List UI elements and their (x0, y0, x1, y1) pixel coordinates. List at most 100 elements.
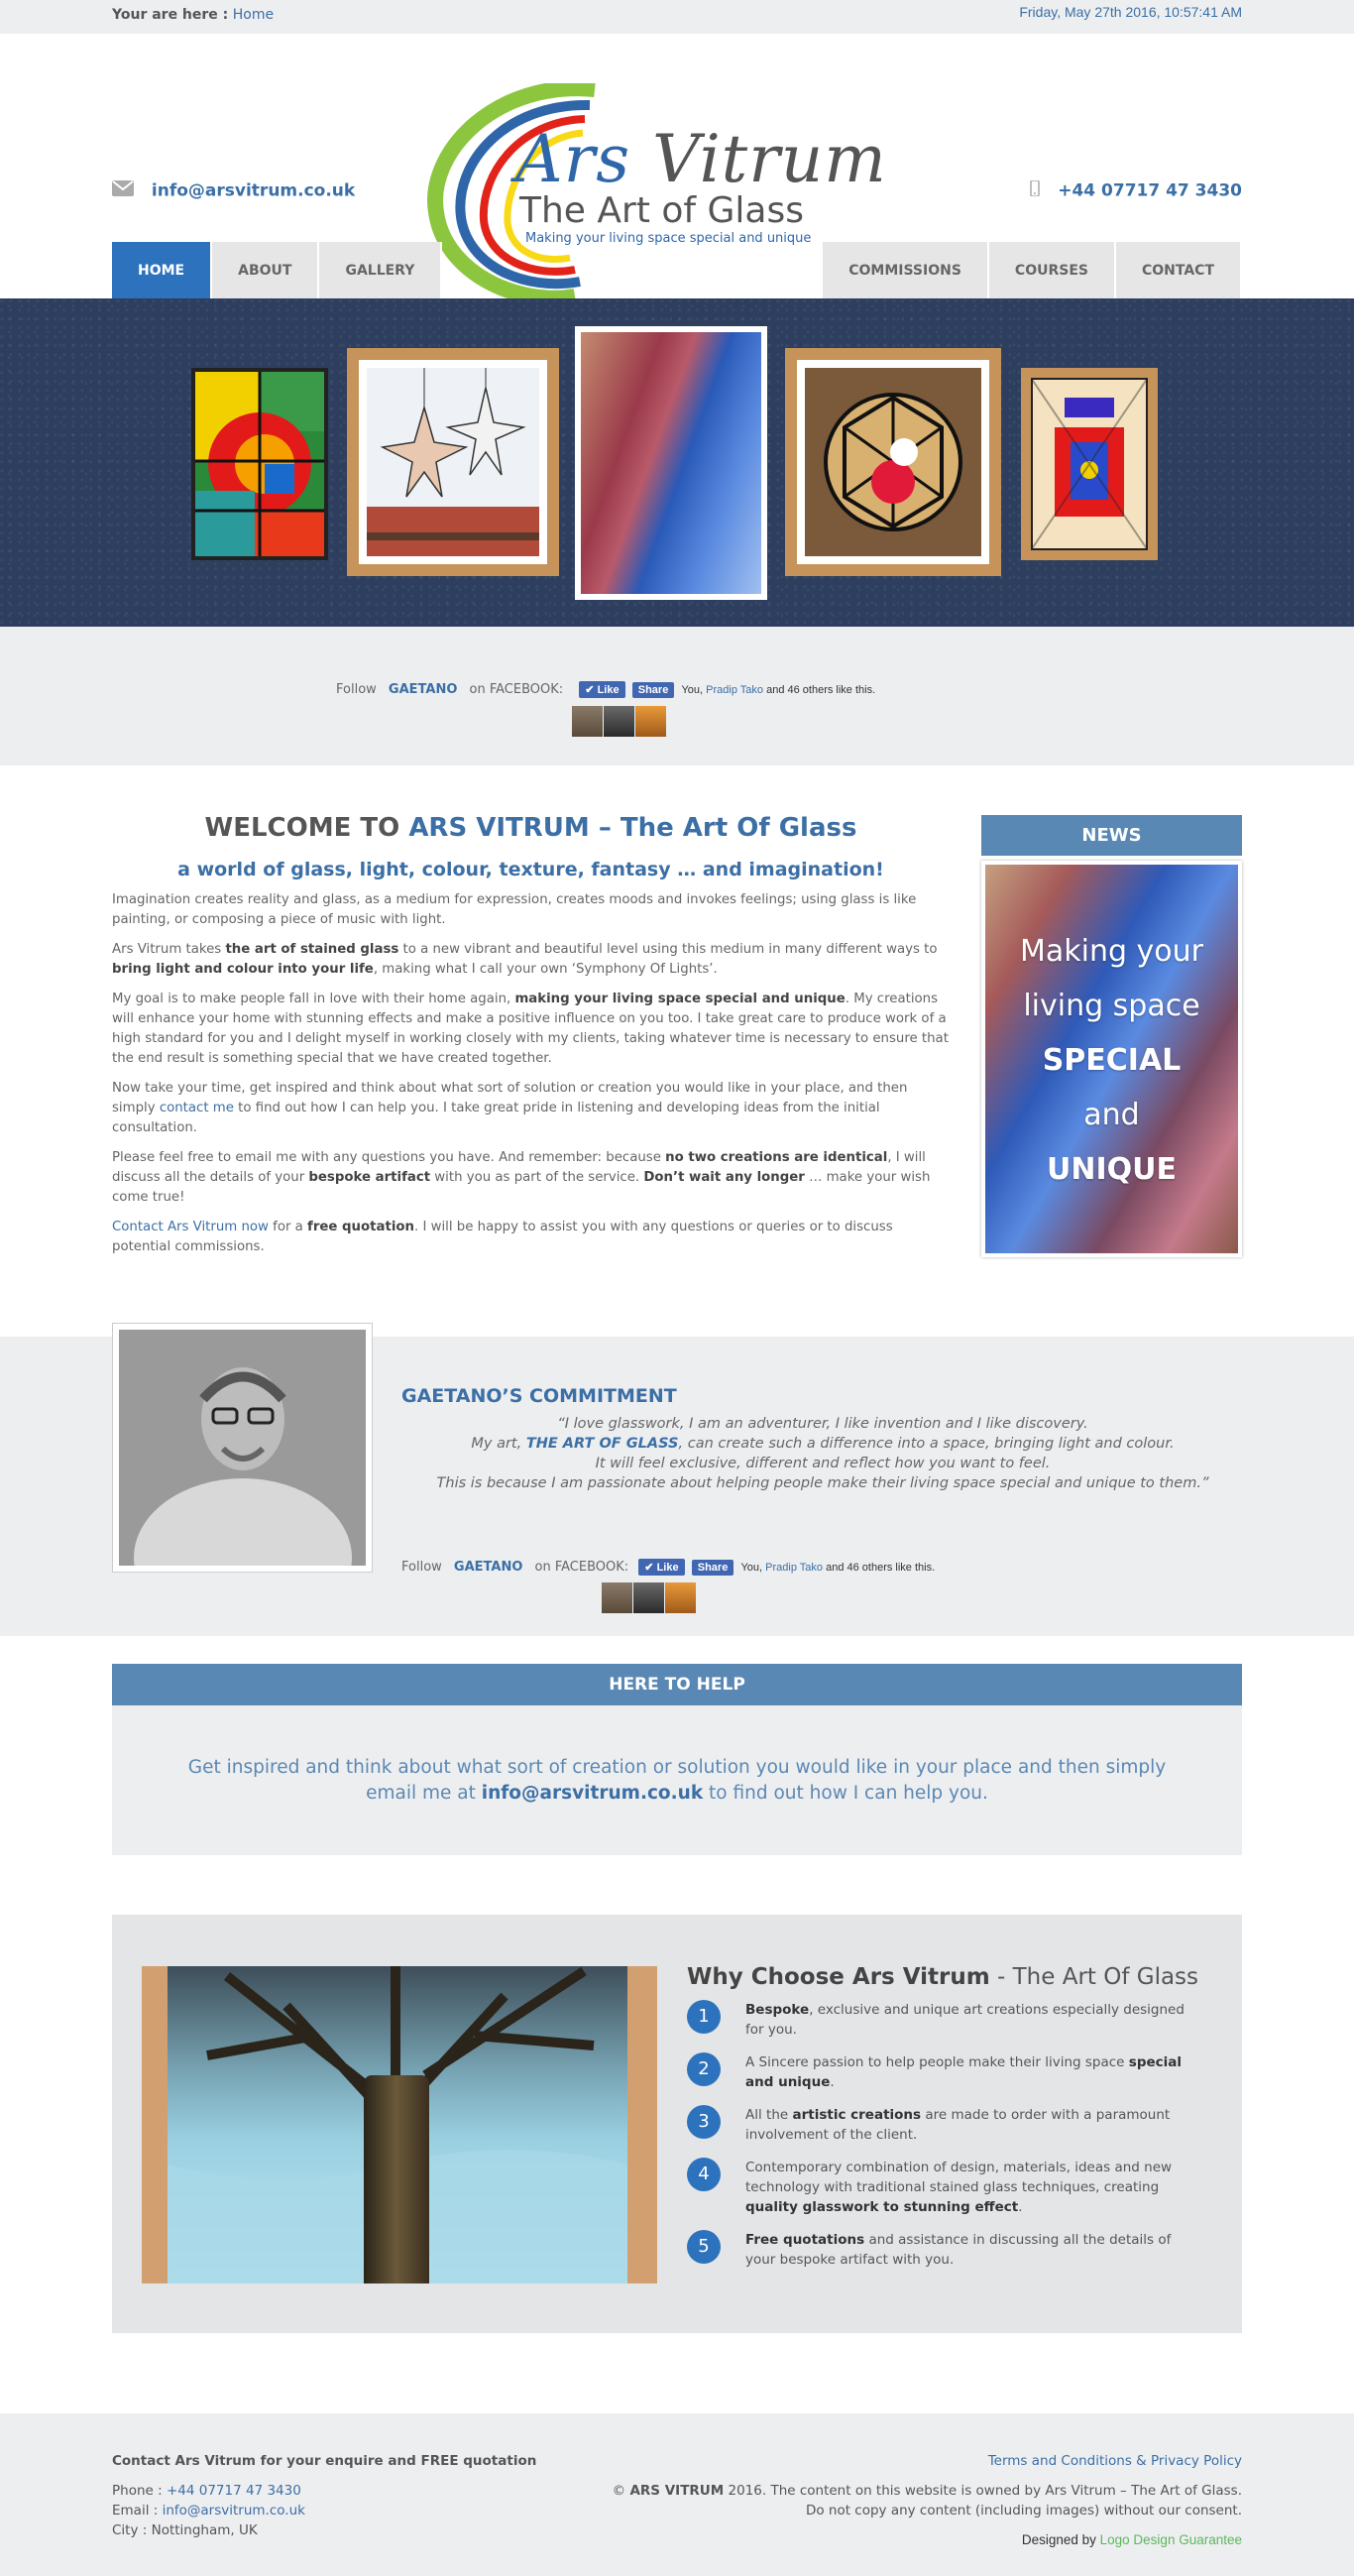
footer-city: City : Nottingham, UK (112, 2522, 258, 2538)
why-choose-section: Why Choose Ars Vitrum - The Art Of Glass… (112, 1915, 1242, 2333)
stars-glass-image (367, 368, 539, 556)
logo-title-ars: Ars (515, 121, 653, 197)
contact-now-link[interactable]: Contact Ars Vitrum now (112, 1220, 269, 1234)
contact-me-link[interactable]: contact me (160, 1101, 234, 1115)
main-nav-right: COMMISSIONS COURSES CONTACT (823, 242, 1242, 298)
copyright-notice: Do not copy any content (including image… (805, 2503, 1242, 2518)
gallery-thumb-spiral[interactable] (191, 368, 328, 560)
facebook-like-button[interactable]: ✔ Like (638, 1559, 685, 1576)
welcome-paragraph: Now take your time, get inspired and thi… (112, 1081, 908, 1135)
welcome-subtitle: a world of glass, light, colour, texture… (177, 859, 884, 880)
here-to-help-panel: HERE TO HELP Get inspired and think abou… (112, 1664, 1242, 1855)
tree-glass-image (142, 1966, 657, 2283)
header-phone-text[interactable]: +44 07717 47 3430 (1058, 181, 1242, 201)
facebook-like-label: Like (597, 684, 620, 696)
breadcrumb-label: Your are here : (112, 7, 229, 23)
welcome-paragraph: Imagination creates reality and glass, a… (112, 892, 917, 927)
logo-tagline: Making your living space special and uni… (525, 231, 812, 246)
avatar[interactable] (572, 706, 603, 737)
welcome-section: WELCOME TO ARS VITRUM – The Art Of Glass… (112, 813, 950, 1257)
facebook-like-count: You, Pradip Tako and 46 others like this… (681, 684, 876, 696)
current-date: Friday, May 27th 2016, 10:57:41 AM (1019, 4, 1242, 20)
main-nav-left: HOME ABOUT GALLERY (112, 242, 443, 298)
header-email-text[interactable]: info@arsvitrum.co.uk (152, 181, 355, 201)
facebook-friend-link[interactable]: Pradip Tako (706, 684, 763, 696)
follow-prefix: Follow (336, 682, 377, 697)
top-bar: Your are here : Home Friday, May 27th 20… (0, 0, 1354, 34)
envelope-icon (112, 180, 134, 201)
why-item: 2A Sincere passion to help people make t… (687, 2052, 1202, 2092)
site-logo[interactable]: Ars Vitrum The Art of Glass Making your … (426, 83, 886, 309)
why-item-number: 2 (687, 2052, 721, 2086)
here-to-help-text: Get inspired and think about what sort o… (187, 1757, 1167, 1804)
header-phone[interactable]: +44 07717 47 3430 (1030, 179, 1242, 201)
facebook-follow-line: Follow GAETANO on FACEBOOK: ✔ Like Share… (336, 681, 875, 698)
facebook-faces (602, 1582, 696, 1613)
facebook-friend-link[interactable]: Pradip Tako (765, 1562, 823, 1574)
gallery-thumb-panel[interactable] (1021, 368, 1158, 560)
avatar[interactable] (665, 1582, 696, 1613)
news-image-text: Making your living space SPECIAL and UNI… (1019, 934, 1204, 1187)
welcome-paragraph: Please feel free to email me with any qu… (112, 1150, 931, 1205)
nav-gallery[interactable]: GALLERY (319, 242, 443, 298)
gallery-thumb-stars[interactable] (347, 348, 559, 576)
copyright: © ARS VITRUM 2016. The content on this w… (612, 2483, 1242, 2499)
why-choose-title: Why Choose Ars Vitrum - The Art Of Glass (687, 1964, 1199, 1990)
mobile-phone-icon (1030, 179, 1041, 201)
nav-home[interactable]: HOME (112, 242, 213, 298)
welcome-title: WELCOME TO ARS VITRUM – The Art Of Glass (204, 813, 857, 843)
welcome-paragraph: My goal is to make people fall in love w… (112, 992, 949, 1066)
footer-phone-link[interactable]: +44 07717 47 3430 (167, 2483, 301, 2499)
news-image[interactable]: Making your living space SPECIAL and UNI… (981, 861, 1242, 1257)
facebook-follow-line: Follow GAETANO on FACEBOOK: ✔ Like Share… (401, 1559, 936, 1576)
nav-courses[interactable]: COURSES (988, 242, 1116, 298)
footer: Contact Ars Vitrum for your enquire and … (0, 2413, 1354, 2576)
why-item: 5 Free quotations and assistance in discu… (687, 2230, 1202, 2270)
terms-privacy-link[interactable]: Terms and Conditions & Privacy Policy (988, 2453, 1242, 2469)
why-item: 1 Bespoke, exclusive and unique art creat… (687, 2000, 1202, 2040)
designer-link[interactable]: Logo Design Guarantee (1100, 2532, 1242, 2547)
facebook-share-button[interactable]: Share (691, 1559, 734, 1576)
avatar[interactable] (635, 706, 666, 737)
why-item: 3 All the artistic creations are made to … (687, 2105, 1202, 2145)
breadcrumb: Your are here : Home (112, 7, 274, 23)
follow-name: GAETANO (388, 682, 458, 697)
person-icon (119, 1330, 366, 1566)
page: Your are here : Home Friday, May 27th 20… (0, 0, 1354, 2576)
footer-email-link[interactable]: info@arsvitrum.co.uk (163, 2503, 305, 2518)
footer-legal: Terms and Conditions & Privacy Policy © … (613, 2451, 1242, 2550)
facebook-like-button[interactable]: ✔ Like (579, 681, 625, 698)
why-item-number: 3 (687, 2105, 721, 2139)
flow-glass-image (581, 332, 761, 594)
hero-banner (0, 298, 1354, 627)
commitment-title: GAETANO’S COMMITMENT (401, 1385, 677, 1407)
gallery-thumb-lamp[interactable] (785, 348, 1001, 576)
logo-subtitle: The Art of Glass (519, 190, 804, 231)
nav-about[interactable]: ABOUT (212, 242, 320, 298)
footer-contact-heading: Contact Ars Vitrum for your enquire and … (112, 2453, 537, 2469)
breadcrumb-home-link[interactable]: Home (233, 7, 274, 23)
news-panel: NEWS Making your living space SPECIAL an… (981, 815, 1242, 1257)
why-item-number: 5 (687, 2230, 721, 2264)
welcome-paragraph: Ars Vitrum takes the art of stained glas… (112, 942, 938, 977)
avatar[interactable] (602, 1582, 632, 1613)
avatar[interactable] (633, 1582, 664, 1613)
logo-title-vitrum: Vitrum (652, 121, 887, 197)
why-item-number: 1 (687, 2000, 721, 2034)
header-email[interactable]: info@arsvitrum.co.uk (112, 180, 355, 201)
designed-by: Designed by Logo Design Guarantee (1021, 2532, 1242, 2547)
nav-commissions[interactable]: COMMISSIONS (823, 242, 989, 298)
help-email-link[interactable]: info@arsvitrum.co.uk (482, 1783, 703, 1804)
logo-title: Ars Vitrum (515, 121, 887, 197)
panel-glass-image (1031, 378, 1148, 550)
portrait-image (119, 1330, 366, 1566)
lamp-glass-image (805, 368, 981, 556)
nav-contact[interactable]: CONTACT (1115, 242, 1242, 298)
gallery-thumb-flow[interactable] (575, 326, 767, 600)
why-item-number: 4 (687, 2158, 721, 2191)
facebook-follow-section: Follow GAETANO on FACEBOOK: ✔ Like Share… (0, 627, 1354, 765)
why-item: 4 Contemporary combination of design, mat… (687, 2158, 1202, 2217)
facebook-share-button[interactable]: Share (631, 681, 675, 698)
footer-contact: Contact Ars Vitrum for your enquire and … (112, 2453, 537, 2538)
avatar[interactable] (604, 706, 634, 737)
